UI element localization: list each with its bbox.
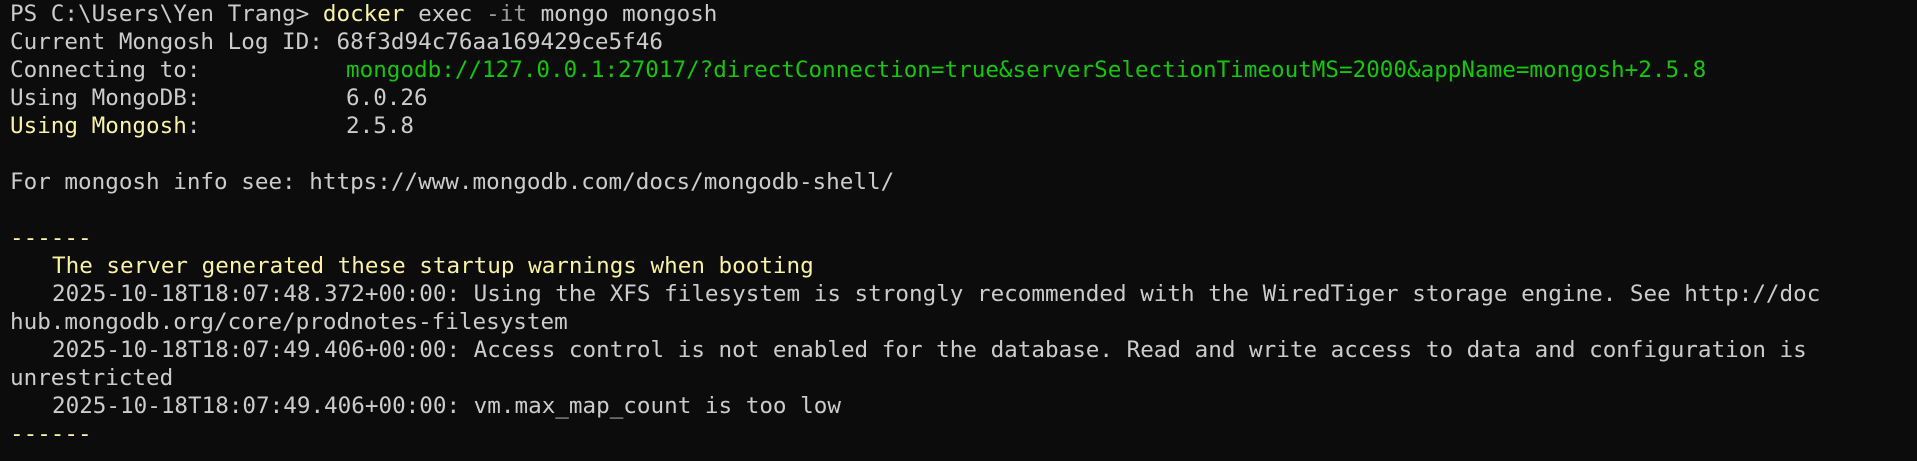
warnings-separator-bottom: ------ [10, 421, 92, 447]
warning-item-3-line1: 2025-10-18T18:07:49.406+00:00: vm.max_ma… [52, 393, 841, 419]
connecting-label: Connecting to: [10, 57, 201, 83]
command-subcommand: exec [418, 1, 473, 27]
connection-string: mongodb://127.0.0.1:27017/?directConnect… [346, 57, 1707, 83]
prompt-path: PS C:\Users\Yen Trang> [10, 1, 310, 27]
mongosh-label: Using Mongosh [10, 113, 187, 139]
warning-item-1-line2: hub.mongodb.org/core/prodnotes-filesyste… [10, 309, 568, 335]
connecting-line: Connecting to: mongodb://127.0.0.1:27017/… [10, 56, 1917, 84]
mongosh-version: 2.5.8 [346, 113, 415, 139]
command-flag: -it [486, 1, 527, 27]
warning-item-1-line1: 2025-10-18T18:07:48.372+00:00: Using the… [52, 281, 1821, 307]
mongodb-version-line: Using MongoDB: 6.0.26 [10, 84, 1917, 112]
warnings-separator-top: ------ [10, 225, 92, 251]
mongosh-version-line: Using Mongosh: 2.5.8 [10, 112, 1917, 140]
mongodb-version: 6.0.26 [346, 85, 428, 111]
mongosh-label-colon: : [186, 113, 201, 139]
warning-item-2-line2: unrestricted [10, 365, 174, 391]
log-id-value: 68f3d94c76aa169429ce5f46 [336, 29, 663, 55]
warning-item-2-line1: 2025-10-18T18:07:49.406+00:00: Access co… [52, 337, 1807, 363]
log-id-label: Current Mongosh Log ID: [10, 29, 323, 55]
command-args: mongo mongosh [540, 1, 718, 27]
mongodb-label: Using MongoDB: [10, 85, 201, 111]
info-line: For mongosh info see: https://www.mongod… [10, 168, 1917, 196]
warnings-header: The server generated these startup warni… [52, 253, 814, 279]
command-name: docker [322, 1, 405, 27]
log-id-line: Current Mongosh Log ID: 68f3d94c76aa1694… [10, 28, 1917, 56]
info-text: For mongosh info see: https://www.mongod… [10, 169, 895, 195]
terminal-window[interactable]: PS C:\Users\Yen Trang> docker exec -it m… [0, 0, 1917, 461]
prompt-line: PS C:\Users\Yen Trang> docker exec -it m… [10, 0, 1917, 28]
